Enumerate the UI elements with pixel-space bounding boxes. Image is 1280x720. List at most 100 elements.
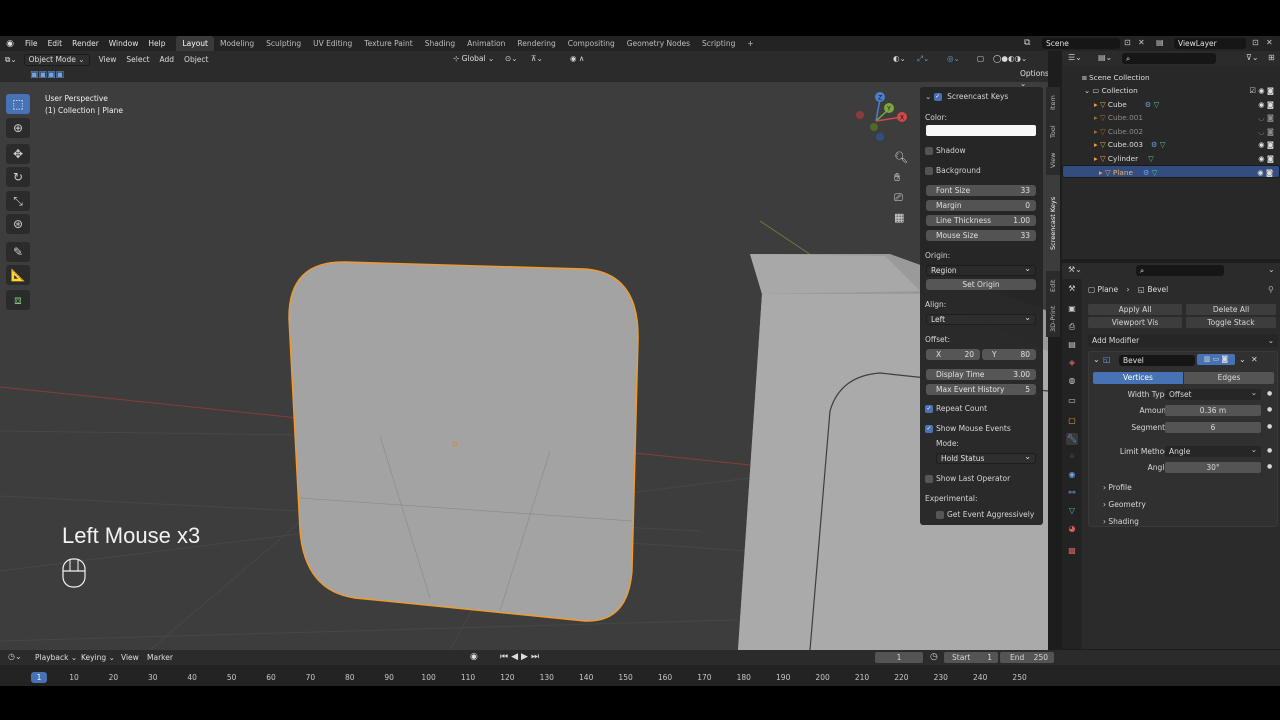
tab-layout[interactable]: Layout [176,36,214,51]
hidden-toggles-icon[interactable]: ◡ ◙ [1258,111,1274,124]
collection-tab-icon[interactable]: ▭ [1066,395,1078,407]
tab-screencast-keys[interactable]: Screencast Keys [1046,175,1060,271]
visibility-toggles-icon[interactable]: ◉ ◙ [1258,138,1274,151]
viewport-vis-button[interactable]: Viewport Vis [1088,317,1182,328]
tab-animation[interactable]: Animation [461,36,511,51]
world-tab-icon[interactable]: ◍ [1066,375,1078,387]
scene-remove-icon[interactable]: ✕ [1138,38,1145,47]
selected-plane[interactable] [288,261,639,622]
transform-orientation[interactable]: ⊹ Global ⌄ [448,54,499,63]
keyframe-dot-icon[interactable]: ● [1267,406,1272,413]
mouse-mode-select[interactable]: Hold Status [936,452,1036,464]
section-profile[interactable]: › Profile [1103,483,1132,492]
outliner-item-plane[interactable]: ▸ ▽ Plane ⚙ ▽ ◉ ◙ [1062,164,1280,179]
render-tab-icon[interactable]: ▣ [1066,303,1078,315]
tab-edit[interactable]: Edit [1046,273,1060,299]
repeat-count-checkbox[interactable]: ✓ [925,405,933,413]
remove-modifier-icon[interactable]: ✕ [1251,355,1258,364]
tab-uv-editing[interactable]: UV Editing [307,36,358,51]
visibility-toggles-icon[interactable]: ◉ ◙ [1258,98,1274,111]
background-checkbox[interactable] [925,167,933,175]
modifier-name-input[interactable]: Bevel [1119,355,1195,366]
view-layer-field[interactable]: ViewLayer [1174,38,1246,49]
outliner-collection[interactable]: ⌄ ▭ Collection ☑ ◉ ◙ [1062,84,1280,97]
xray-icon[interactable]: ▢ [972,54,989,63]
outliner-scene-collection[interactable]: ⧈ Scene Collection [1062,71,1280,84]
3d-viewport[interactable]: ⧉⌄ Object Mode ⌄ View Select Add Object … [0,51,1048,650]
display-time-field[interactable]: Display Time 3.00 [926,369,1036,380]
rotate-tool[interactable]: ↻ [6,167,30,187]
add-cube-tool[interactable]: ⧈ [6,290,30,310]
transform-tool[interactable]: ⊛ [6,214,30,234]
select-mode-icons[interactable]: ▣▣▣▣ [30,70,64,80]
tab-tool[interactable]: Tool [1046,119,1060,145]
get-event-aggressively-row[interactable]: Get Event Aggressively [936,510,1048,519]
keyframe-dot-icon[interactable]: ● [1267,423,1272,430]
pan-hand-icon[interactable]: ✋︎ [894,171,900,185]
view-layer-new-icon[interactable]: ⊡ [1252,38,1259,47]
constraints-tab-icon[interactable]: ⚯ [1066,487,1078,499]
tab-modeling[interactable]: Modeling [214,36,260,51]
tab-3d-print[interactable]: 3D-Print [1046,301,1060,337]
scene-new-icon[interactable]: ⊡ [1124,38,1131,47]
output-tab-icon[interactable]: ⎙ [1066,321,1078,333]
navigation-gizmo[interactable]: Z Y X [852,91,912,151]
camera-icon[interactable]: ⎚ [894,191,903,205]
mouse-size-field[interactable]: Mouse Size 33 [926,230,1036,241]
tab-sculpting[interactable]: Sculpting [260,36,307,51]
keyframe-dot-icon[interactable]: ● [1267,447,1272,454]
menu-window[interactable]: Window [104,39,144,48]
cursor-tool[interactable]: ⊕ [6,118,30,138]
overlay-toggle-icon[interactable]: ◎⌄ [942,54,965,63]
properties-search-input[interactable]: ⌕ [1136,265,1224,276]
orthographic-grid-icon[interactable]: ▦ [894,211,904,224]
properties-type-icon[interactable]: ⚒⌄ [1068,265,1082,274]
offset-y-field[interactable]: Y 80 [982,349,1036,360]
menu-view[interactable]: View [94,55,122,64]
tab-view[interactable]: View [1046,147,1060,173]
visibility-toggles-icon[interactable]: ◉ ◙ [1257,166,1273,179]
modifier-menu-icon[interactable]: ⌄ [1239,355,1246,364]
width-type-select[interactable]: Offset ⌄ [1165,388,1261,400]
show-last-operator-row[interactable]: Show Last Operator [925,474,1037,483]
toggle-stack-button[interactable]: Toggle Stack [1186,317,1276,328]
font-size-field[interactable]: Font Size 33 [926,185,1036,196]
show-mouse-events-row[interactable]: ✓ Show Mouse Events [925,424,1037,433]
set-origin-button[interactable]: Set Origin [926,279,1036,290]
tab-edges[interactable]: Edges [1184,372,1274,384]
origin-select[interactable]: Region [926,264,1036,276]
scale-tool[interactable]: ⤡ [6,191,30,211]
tool-tab-icon[interactable]: ⚒ [1066,283,1078,295]
collection-toggles-icon[interactable]: ☑ ◉ ◙ [1249,84,1274,97]
hidden-toggles-icon[interactable]: ◡ ◙ [1258,125,1274,138]
modifier-visibility-icons[interactable]: ▥ ▭ ◙ [1197,354,1235,365]
visibility-icon[interactable]: ◐⌄ [888,54,911,63]
display-mode-icon[interactable]: ▤⌄ [1098,53,1112,62]
shadow-checkbox[interactable] [925,147,933,155]
add-workspace-button[interactable]: + [741,36,759,51]
collapse-icon[interactable]: ⌄ [925,92,931,101]
angle-field[interactable]: 30° [1165,462,1261,473]
data-tab-icon[interactable]: ▽ [1066,505,1078,517]
background-row[interactable]: Background [925,166,1037,175]
editor-type-icon[interactable]: ⧉⌄ [0,55,22,65]
tab-texture-paint[interactable]: Texture Paint [358,36,418,51]
view-layer-remove-icon[interactable]: ✕ [1266,38,1273,47]
menu-file[interactable]: File [20,39,43,48]
material-tab-icon[interactable]: ◕ [1066,523,1078,535]
menu-select[interactable]: Select [121,55,154,64]
outliner-item-cube-001[interactable]: ▸ ▽ Cube.001 ◡ ◙ [1062,111,1280,124]
annotate-tool[interactable]: ✎ [6,242,30,262]
add-modifier-button[interactable]: Add Modifier ⌄ [1088,334,1278,347]
tab-scripting[interactable]: Scripting [696,36,741,51]
keyframe-dot-icon[interactable]: ● [1267,463,1272,470]
physics-tab-icon[interactable]: ◉ [1066,469,1078,481]
texture-tab-icon[interactable]: ▩ [1066,545,1078,557]
outliner-search-input[interactable]: ⌕ [1122,53,1216,64]
tab-compositing[interactable]: Compositing [562,36,621,51]
frame-ruler[interactable]: 1 10 20 30 40 50 60 70 80 90 100 110 120 130 140 150 160… [0,650,1280,686]
gizmo-toggle-icon[interactable]: ⤢⌄ [912,54,934,64]
snap-icon[interactable]: ⊼⌄ [526,54,548,63]
pin-icon[interactable]: ⚲ [1268,285,1274,294]
particles-tab-icon[interactable]: ⁘ [1066,451,1078,463]
